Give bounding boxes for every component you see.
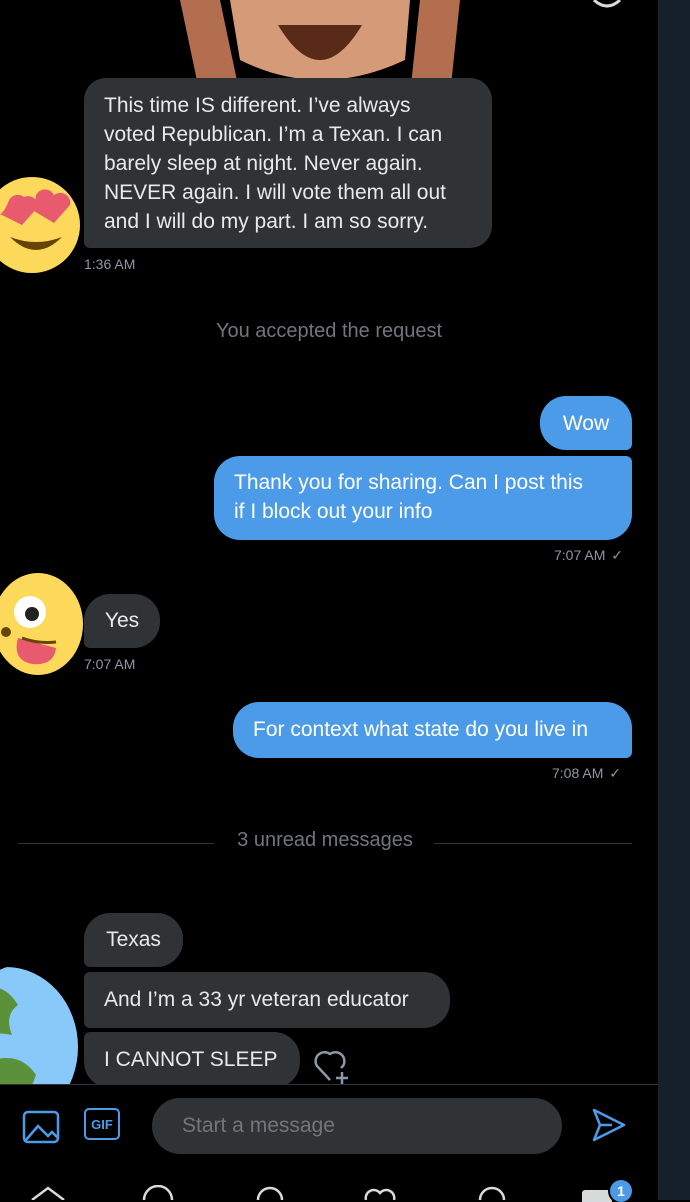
send-icon[interactable] [590,1106,628,1144]
message-timestamp: 7:08 AM ✓ [552,765,621,782]
timestamp-text: 7:07 AM [554,547,606,563]
search-icon[interactable] [140,1185,176,1200]
message-timestamp: 7:07 AM ✓ [554,547,623,564]
message-input[interactable]: Start a message [152,1098,562,1154]
heart-eyes-avatar[interactable] [0,175,84,275]
incoming-message[interactable]: Texas [84,913,183,967]
heart-plus-icon[interactable] [312,1046,354,1086]
image-icon[interactable] [22,1110,60,1144]
check-icon: ✓ [609,765,621,781]
outgoing-message[interactable]: Wow [540,396,632,450]
incoming-message[interactable]: Yes [84,594,160,648]
messages-nav-item[interactable]: 1 [582,1180,632,1202]
spaces-icon[interactable] [254,1185,286,1200]
request-accepted-note: You accepted the request [215,320,443,342]
gif-button[interactable]: GIF [84,1108,120,1140]
mail-icon [582,1190,612,1202]
side-strip [658,0,690,1200]
outgoing-message[interactable]: Thank you for sharing. Can I post this i… [214,456,632,540]
home-icon[interactable] [28,1185,68,1200]
outgoing-message[interactable]: For context what state do you live in [233,702,632,758]
zany-face-avatar[interactable] [0,572,84,676]
unread-divider-label: 3 unread messages [237,829,413,851]
message-timestamp: 1:36 AM [84,256,136,272]
message-thread[interactable]: This time IS different. I’ve always vote… [0,0,658,1200]
check-icon: ✓ [611,547,623,563]
incoming-message[interactable]: And I’m a 33 yr veteran educator [84,972,450,1028]
top-icon-partial [592,0,622,8]
incoming-message[interactable]: This time IS different. I’ve always vote… [84,78,492,248]
message-timestamp: 7:07 AM [84,656,136,672]
incoming-message[interactable]: I CANNOT SLEEP [84,1032,300,1088]
notifications-icon[interactable] [476,1185,508,1200]
notification-badge: 1 [610,1180,632,1202]
communities-icon[interactable] [362,1185,398,1200]
timestamp-text: 7:08 AM [552,765,604,781]
